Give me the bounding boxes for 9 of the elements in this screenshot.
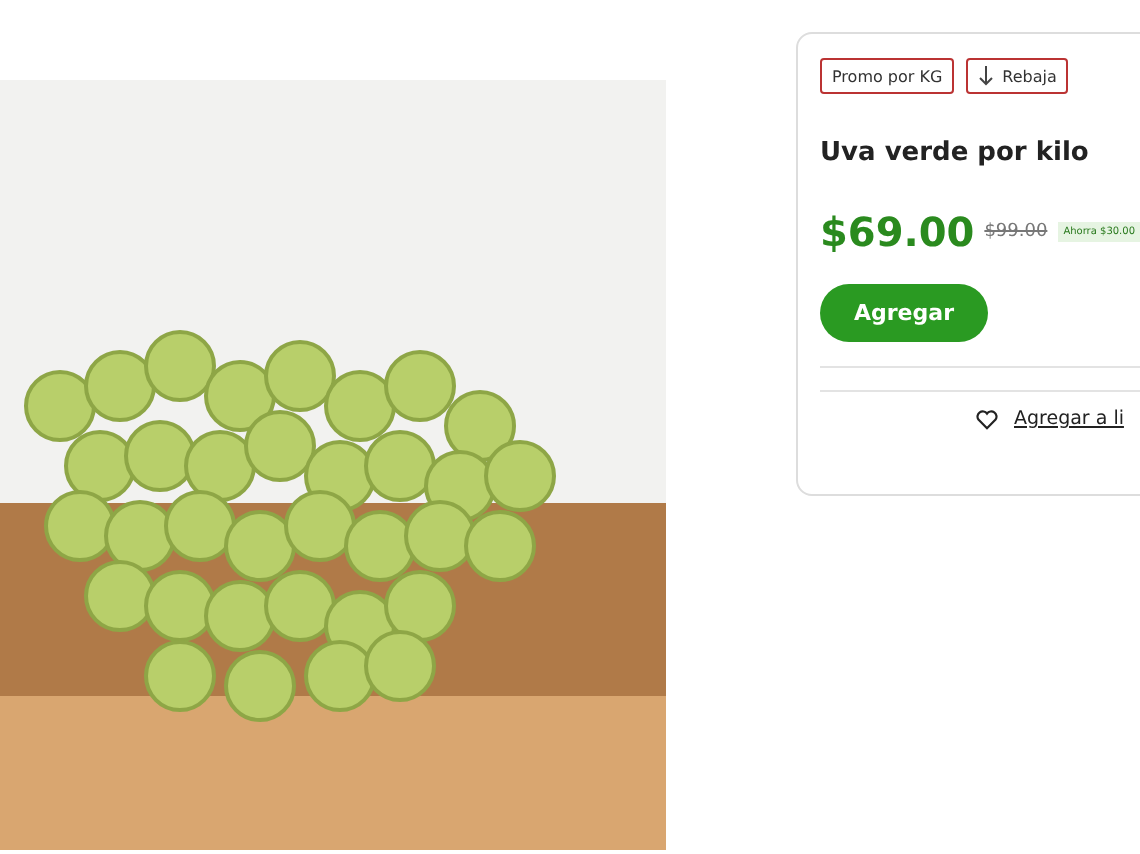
price: $69.00 [820,208,975,256]
heart-icon [976,409,998,429]
promo-tag: Promo por KG [820,58,955,94]
promo-tag: Rebaja [966,58,1069,94]
add-button[interactable]: Agregar [820,284,988,342]
down-arrow-icon [978,66,995,86]
product-name: Uva verde por kilo [820,138,1091,168]
add-to-list-link[interactable]: Agregar a li [1014,408,1124,430]
old-price: $99.00 [984,222,1048,242]
